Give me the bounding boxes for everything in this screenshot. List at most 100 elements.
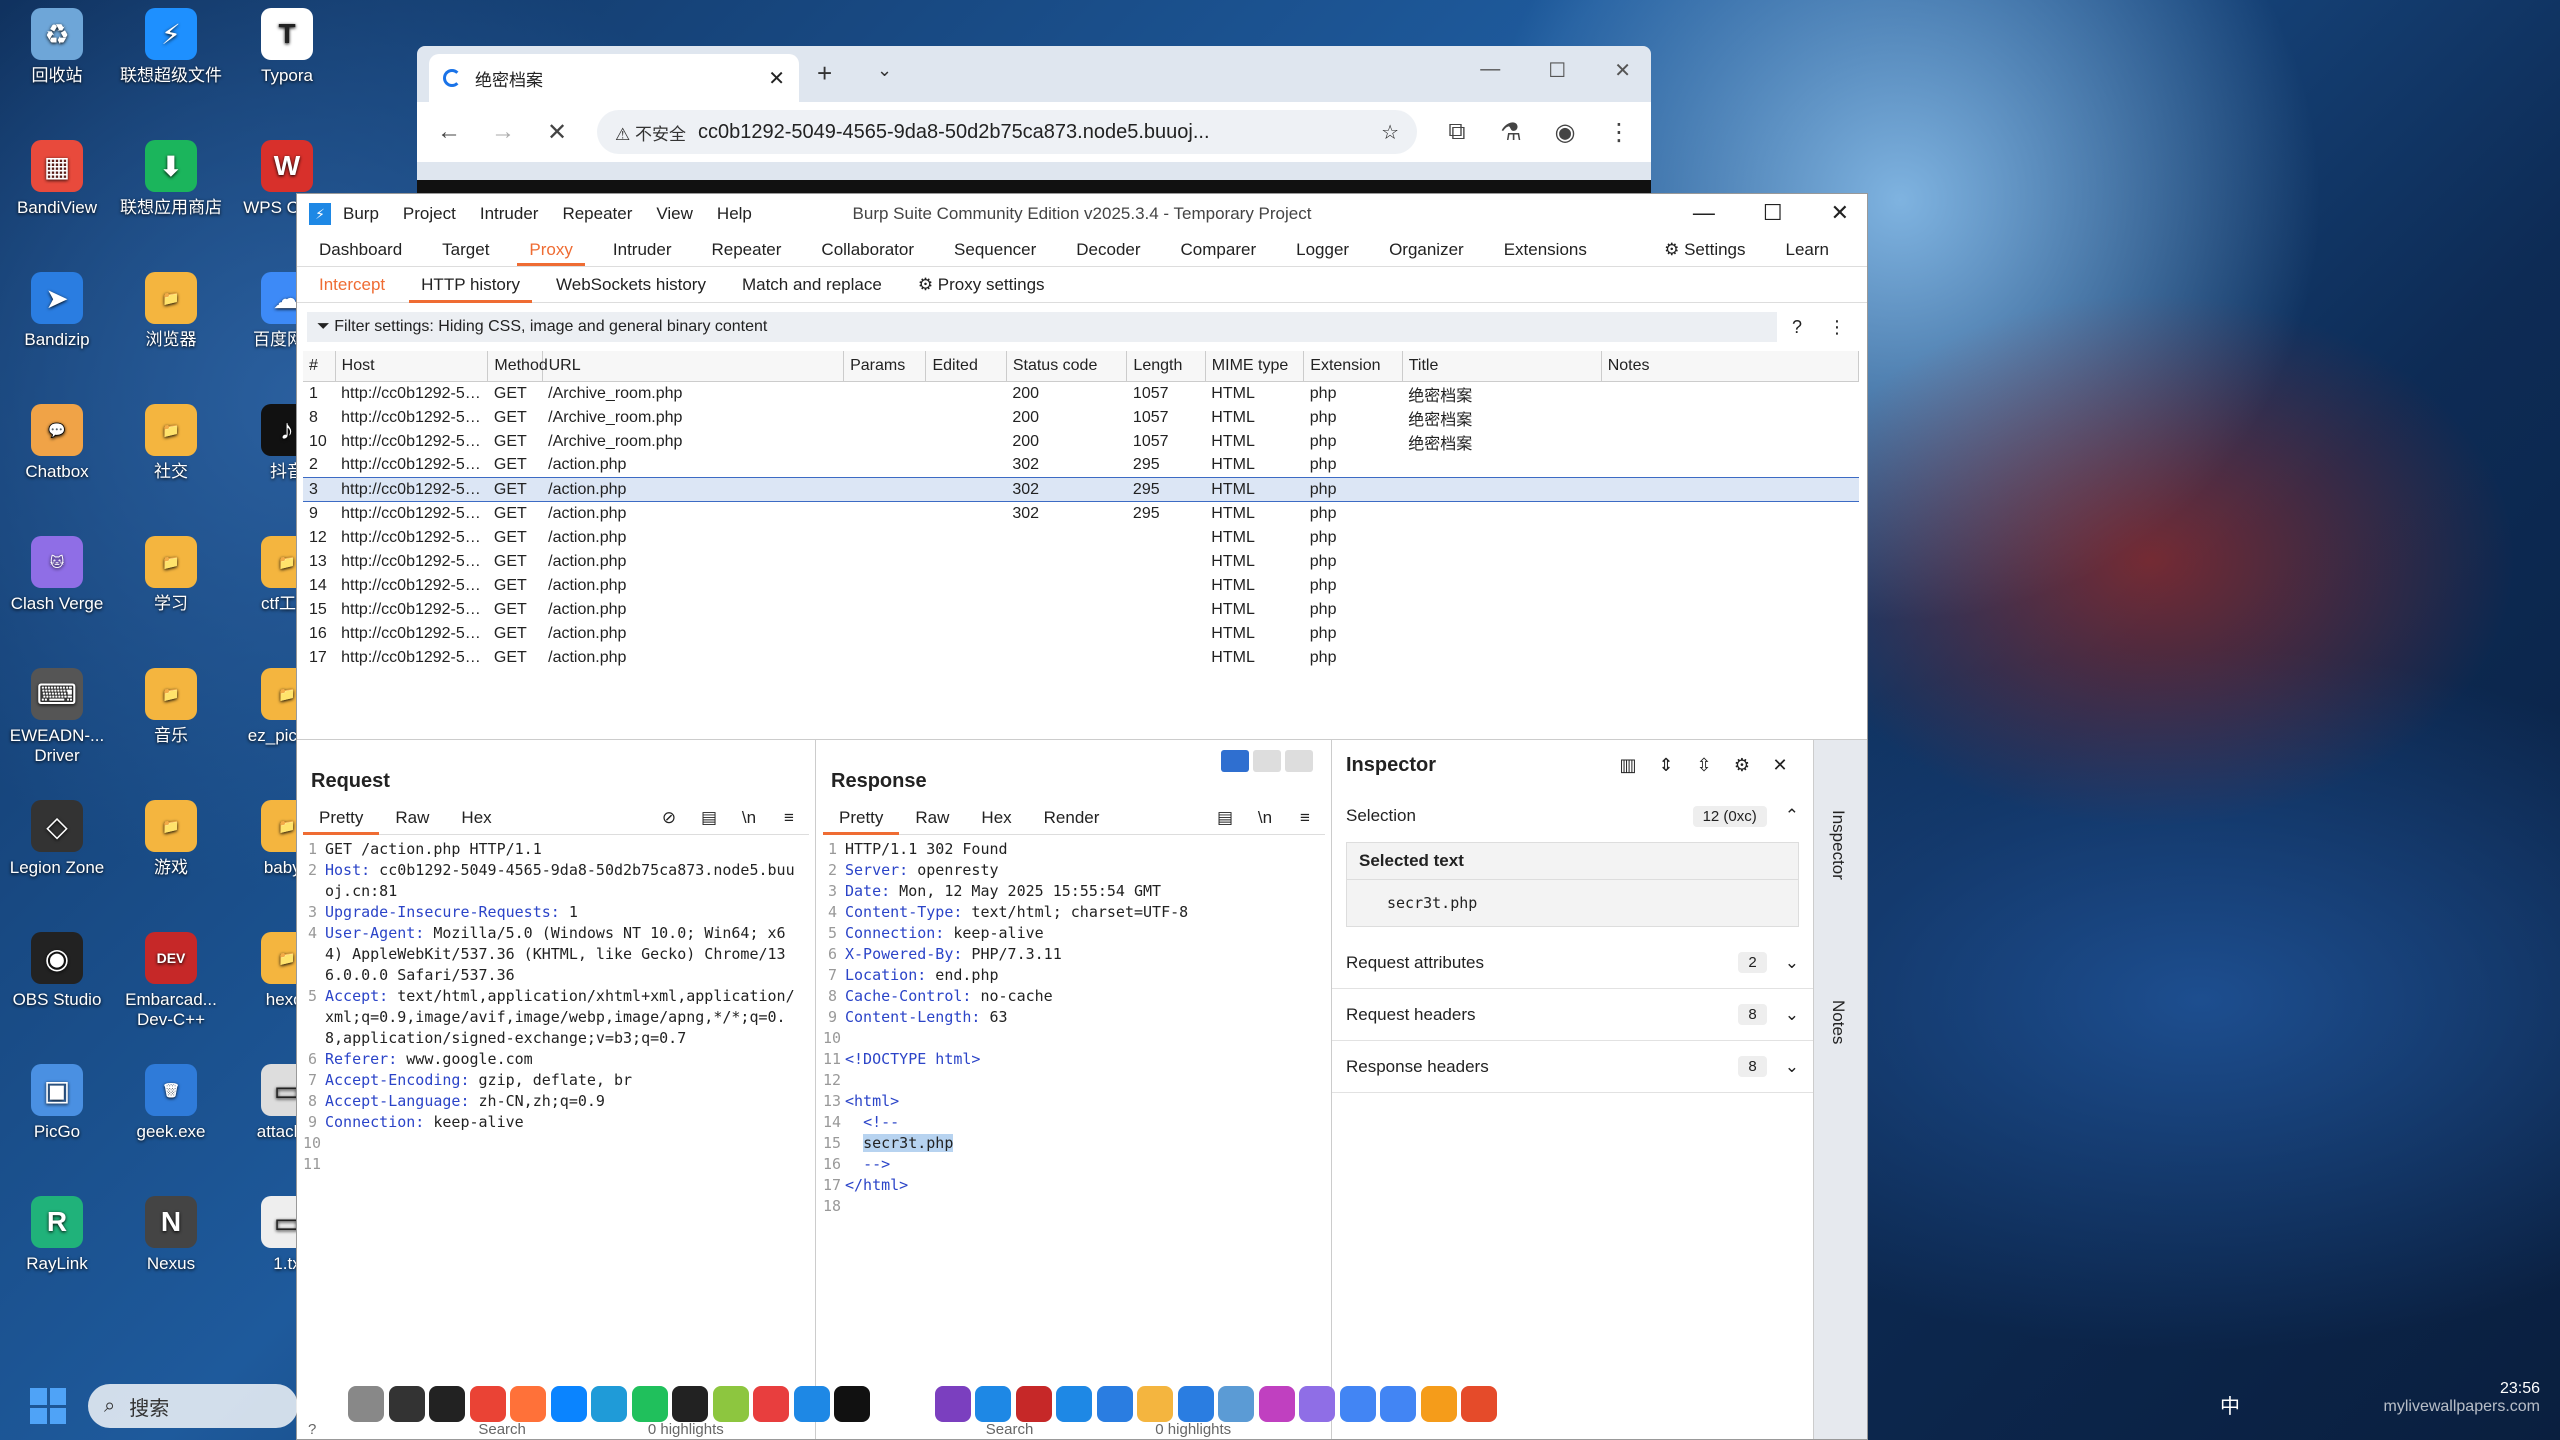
table-row[interactable]: 3http://cc0b1292-5049-4565-...GET/action…	[303, 477, 1859, 502]
tab-learn[interactable]: Learn	[1774, 234, 1841, 266]
wrap-icon[interactable]: ▤	[689, 808, 729, 828]
subtab-proxy-settings[interactable]: ⚙ Proxy settings	[906, 267, 1057, 303]
tab-close-icon[interactable]: ✕	[768, 66, 785, 91]
taskbar-app-icon[interactable]	[1380, 1386, 1416, 1422]
chevron-down-icon[interactable]: ⌄	[1785, 1057, 1799, 1077]
tab-decoder[interactable]: Decoder	[1064, 234, 1152, 266]
selection-section[interactable]: Selection 12 (0xc) ⌃	[1332, 790, 1813, 842]
desktop-icon[interactable]: R RayLink	[2, 1196, 112, 1274]
tab-collaborator[interactable]: Collaborator	[809, 234, 926, 266]
taskbar-app-icon[interactable]	[510, 1386, 546, 1422]
taskbar-app-icon[interactable]	[1177, 1386, 1214, 1422]
table-row[interactable]: 17 http://cc0b1292-5049-4565-... GET/actio…	[303, 646, 1859, 670]
tab-settings[interactable]: ⚙ Settings	[1652, 234, 1757, 266]
column-header[interactable]: Edited	[925, 351, 1007, 382]
chevron-down-icon[interactable]: ⌄	[1785, 953, 1799, 973]
view-tab-hex[interactable]: Hex	[965, 801, 1027, 835]
tab-extensions[interactable]: Extensions	[1492, 234, 1599, 266]
subtab-intercept[interactable]: Intercept	[307, 267, 397, 303]
view-tab-raw[interactable]: Raw	[379, 801, 445, 835]
column-header[interactable]: Extension	[1303, 351, 1403, 382]
more-options-icon[interactable]: ⋮	[1817, 317, 1857, 338]
newline-icon[interactable]: \n	[1245, 808, 1285, 828]
taskbar-app-icon[interactable]	[1015, 1386, 1052, 1422]
desktop-icon[interactable]: 📁 社交	[116, 404, 226, 482]
desktop-icon[interactable]: ◇ Legion Zone	[2, 800, 112, 878]
taskbar-app-icon[interactable]	[469, 1386, 506, 1422]
tab-organizer[interactable]: Organizer	[1377, 234, 1476, 266]
desktop-icon[interactable]: 📁 音乐	[116, 668, 226, 746]
column-header[interactable]: Notes	[1601, 351, 1860, 382]
address-bar[interactable]: ⚠ 不安全 cc0b1292-5049-4565-9da8-50d2b75ca8…	[597, 110, 1417, 154]
chevron-up-icon[interactable]: ⌃	[1785, 806, 1799, 826]
tab-logger[interactable]: Logger	[1284, 234, 1361, 266]
desktop-icon[interactable]: 🗑 geek.exe	[116, 1064, 226, 1142]
help-icon[interactable]: ?	[308, 1421, 316, 1438]
tab-intruder[interactable]: Intruder	[601, 234, 684, 266]
desktop-icon[interactable]: ▣ PicGo	[2, 1064, 112, 1142]
menu-icon[interactable]: ≡	[769, 808, 809, 828]
subtab-websockets-history[interactable]: WebSockets history	[544, 267, 718, 303]
clock[interactable]: 23:56 mylivewallpapers.com	[2384, 1380, 2541, 1416]
split-vertical-icon[interactable]	[1253, 750, 1281, 772]
table-row[interactable]: 16 http://cc0b1292-5049-4565-... GET/actio…	[303, 622, 1859, 646]
table-row[interactable]: 8 http://cc0b1292-5049-4565-... GET/Archiv…	[303, 406, 1859, 430]
taskbar-app-icon[interactable]	[550, 1386, 587, 1422]
taskbar-app-icon[interactable]	[1096, 1386, 1133, 1422]
table-row[interactable]: 1 http://cc0b1292-5049-4565-... GET/Archiv…	[303, 381, 1859, 406]
taskbar-app-icon[interactable]	[753, 1386, 789, 1422]
desktop-icon[interactable]: ⬇ 联想应用商店	[116, 140, 226, 218]
close-icon[interactable]: ✕	[1761, 755, 1799, 776]
taskbar-app-icon[interactable]	[975, 1386, 1011, 1422]
desktop-icon[interactable]: 📁 学习	[116, 536, 226, 614]
chrome-tab[interactable]: 绝密档案 ✕	[429, 54, 799, 102]
request-editor[interactable]: 1 GET /action.php HTTP/1.1 2 Host: cc0b1292…	[297, 835, 797, 1175]
taskbar-app-icon[interactable]	[1137, 1386, 1173, 1422]
desktop-icon[interactable]: ➤ Bandizip	[2, 272, 112, 350]
inspector-side-tab[interactable]: Inspector	[1828, 810, 1848, 880]
tab-comparer[interactable]: Comparer	[1169, 234, 1269, 266]
tabbed-layout-icon[interactable]	[1285, 750, 1313, 772]
menu-help[interactable]: Help	[717, 204, 752, 223]
table-row[interactable]: 15 http://cc0b1292-5049-4565-... GET/actio…	[303, 598, 1859, 622]
search-box[interactable]: Search	[478, 1421, 526, 1438]
desktop-icon[interactable]: N Nexus	[116, 1196, 226, 1274]
close-button[interactable]: ✕	[1614, 58, 1631, 83]
labs-flask-icon[interactable]: ⚗	[1497, 118, 1525, 147]
subtab-http-history[interactable]: HTTP history	[409, 267, 533, 303]
table-row[interactable]: 14 http://cc0b1292-5049-4565-... GET/actio…	[303, 574, 1859, 598]
new-tab-button[interactable]: +	[817, 58, 832, 89]
column-header[interactable]: #	[303, 351, 336, 382]
taskbar-app-icon[interactable]	[934, 1386, 971, 1422]
maximize-button[interactable]: ☐	[1763, 200, 1783, 226]
desktop-icon[interactable]: DEV Embarcad... Dev-C++	[116, 932, 226, 1030]
start-button[interactable]	[30, 1388, 66, 1424]
response-editor[interactable]: 1 HTTP/1.1 302 Found 2 Server: openresty 3 Da…	[817, 835, 1331, 1217]
taskbar-app-icon[interactable]	[591, 1386, 627, 1422]
minimize-button[interactable]: —	[1480, 58, 1500, 83]
desktop-icon[interactable]: ♻ 回收站	[2, 8, 112, 86]
hide-icon[interactable]: ⊘	[649, 808, 689, 828]
menu-repeater[interactable]: Repeater	[562, 204, 632, 223]
profile-icon[interactable]: ◉	[1551, 118, 1579, 147]
ime-indicator[interactable]: 中	[2220, 1390, 2240, 1419]
taskbar-app-icon[interactable]	[712, 1386, 749, 1422]
taskbar-app-icon[interactable]	[1339, 1386, 1376, 1422]
chevron-down-icon[interactable]: ⌄	[1785, 1005, 1799, 1025]
chrome-menu-icon[interactable]: ⋮	[1605, 118, 1633, 147]
extensions-icon[interactable]: ⧉	[1443, 118, 1471, 146]
table-row[interactable]: 12 http://cc0b1292-5049-4565-... GET/actio…	[303, 526, 1859, 550]
column-header[interactable]: Host	[335, 351, 489, 382]
column-header[interactable]: URL	[542, 351, 845, 382]
forward-icon[interactable]: →	[489, 118, 517, 146]
tab-target[interactable]: Target	[430, 234, 501, 266]
tab-sequencer[interactable]: Sequencer	[942, 234, 1048, 266]
taskbar-app-icon[interactable]	[793, 1386, 830, 1422]
table-row[interactable]: 13 http://cc0b1292-5049-4565-... GET/actio…	[303, 550, 1859, 574]
taskbar-app-icon[interactable]	[429, 1386, 465, 1422]
taskbar-app-icon[interactable]	[1299, 1386, 1335, 1422]
taskbar-app-icon[interactable]	[1056, 1386, 1092, 1422]
split-horizontal-icon[interactable]	[1221, 750, 1249, 772]
newline-icon[interactable]: \n	[729, 808, 769, 828]
desktop-icon[interactable]: ⚡ 联想超级文件	[116, 8, 226, 86]
